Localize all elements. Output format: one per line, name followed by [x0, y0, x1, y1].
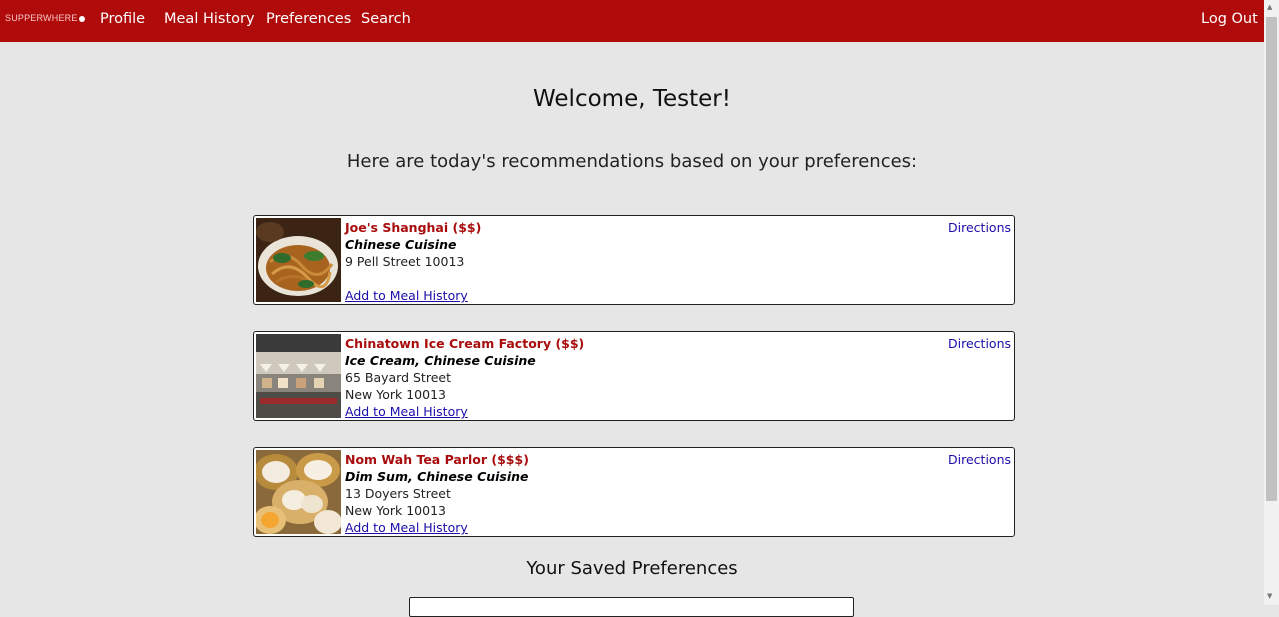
- restaurant-card: Nom Wah Tea Parlor ($$$) Dim Sum, Chines…: [253, 447, 1015, 537]
- restaurant-name[interactable]: Chinatown Ice Cream Factory ($$): [345, 335, 584, 352]
- nav-link-preferences[interactable]: Preferences: [266, 11, 351, 27]
- restaurant-info: Joe's Shanghai ($$) Chinese Cuisine 9 Pe…: [345, 219, 481, 304]
- welcome-heading: Welcome, Tester!: [533, 86, 731, 112]
- brand-dot-icon: [78, 15, 85, 22]
- vertical-scrollbar[interactable]: ▲ ▼: [1264, 0, 1279, 605]
- scroll-down-arrow-icon[interactable]: ▼: [1267, 592, 1272, 600]
- restaurant-city: [345, 270, 481, 287]
- restaurant-info: Chinatown Ice Cream Factory ($$) Ice Cre…: [345, 335, 584, 420]
- saved-preferences-box: [409, 597, 854, 617]
- directions-link[interactable]: Directions: [948, 336, 1011, 351]
- add-to-meal-history-link[interactable]: Add to Meal History: [345, 519, 529, 536]
- add-to-meal-history-link[interactable]: Add to Meal History: [345, 403, 584, 420]
- restaurant-address: 13 Doyers Street: [345, 486, 451, 501]
- restaurant-name[interactable]: Nom Wah Tea Parlor ($$$): [345, 451, 529, 468]
- restaurant-card: Joe's Shanghai ($$) Chinese Cuisine 9 Pe…: [253, 215, 1015, 305]
- scroll-up-arrow-icon[interactable]: ▲: [1267, 3, 1272, 11]
- dumplings-photo: [256, 450, 341, 534]
- restaurant-card: Chinatown Ice Cream Factory ($$) Ice Cre…: [253, 331, 1015, 421]
- restaurant-cuisine: Dim Sum, Chinese Cuisine: [345, 469, 529, 484]
- restaurant-address: 9 Pell Street 10013: [345, 254, 465, 269]
- top-navbar: SUPPERWHERE Profile Meal History Prefere…: [0, 0, 1264, 42]
- nav-link-meal-history[interactable]: Meal History: [164, 11, 255, 27]
- restaurant-address: 65 Bayard Street: [345, 370, 451, 385]
- logout-link[interactable]: Log Out: [1201, 11, 1258, 27]
- restaurant-cuisine: Ice Cream, Chinese Cuisine: [345, 353, 536, 368]
- directions-link[interactable]: Directions: [948, 452, 1011, 467]
- noodles-photo: [256, 218, 341, 302]
- restaurant-info: Nom Wah Tea Parlor ($$$) Dim Sum, Chines…: [345, 451, 529, 536]
- saved-preferences-heading: Your Saved Preferences: [526, 558, 738, 579]
- restaurant-cuisine: Chinese Cuisine: [345, 237, 457, 252]
- recommendations-subtitle: Here are today's recommendations based o…: [346, 151, 918, 172]
- restaurant-city: New York 10013: [345, 503, 446, 518]
- restaurant-city: New York 10013: [345, 387, 446, 402]
- directions-link[interactable]: Directions: [948, 220, 1011, 235]
- add-to-meal-history-link[interactable]: Add to Meal History: [345, 287, 481, 304]
- storefront-photo: [256, 334, 341, 418]
- nav-link-profile[interactable]: Profile: [100, 11, 145, 27]
- scroll-thumb[interactable]: [1266, 17, 1277, 501]
- brand-logo[interactable]: SUPPERWHERE: [5, 13, 85, 23]
- nav-link-search[interactable]: Search: [361, 11, 411, 27]
- restaurant-name[interactable]: Joe's Shanghai ($$): [345, 219, 481, 236]
